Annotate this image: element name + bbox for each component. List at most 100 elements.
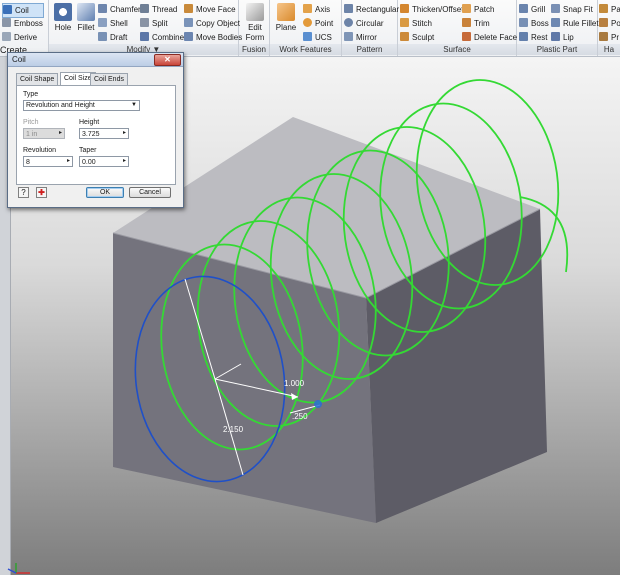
snap-fit-button[interactable]: Snap Fit	[551, 3, 593, 16]
mirror-icon	[344, 32, 353, 41]
harness-icon	[599, 4, 608, 13]
fillet-icon	[77, 3, 95, 21]
chamfer-button[interactable]: Chamfer	[98, 3, 141, 16]
lip-button[interactable]: Lip	[551, 31, 574, 44]
grill-icon	[519, 4, 528, 13]
chevron-right-icon[interactable]: ▸	[121, 157, 128, 166]
circular-pattern-icon	[344, 18, 353, 27]
ribbon-group-harness: Pa Po Pr Ha	[598, 0, 620, 56]
ribbon-group-plastic-part: Grill Boss Rest Snap Fit Rule Fillet Lip…	[517, 0, 599, 56]
hole-button[interactable]: Hole	[53, 3, 73, 33]
mirror-button[interactable]: Mirror	[344, 31, 377, 44]
height-field[interactable]: 3.725 ▸	[79, 128, 129, 139]
boss-icon	[519, 18, 528, 27]
emboss-icon	[2, 18, 11, 27]
harness-item-2[interactable]: Po	[599, 17, 620, 30]
axis-button[interactable]: Axis	[303, 3, 330, 16]
sculpt-button[interactable]: Sculpt	[400, 31, 434, 44]
dimension-length-label[interactable]: 1.000	[284, 379, 305, 388]
ucs-button[interactable]: UCS	[303, 31, 332, 44]
stitch-icon	[400, 18, 409, 27]
cancel-button[interactable]: Cancel	[129, 187, 171, 198]
thicken-icon	[400, 4, 409, 13]
taper-field[interactable]: 0.00 ▸	[79, 156, 129, 167]
rectangular-pattern-icon	[344, 4, 353, 13]
move-face-button[interactable]: Move Face	[184, 3, 236, 16]
type-select[interactable]: Revolution and Height ▼	[23, 100, 140, 111]
chevron-down-icon: ▼	[131, 102, 137, 108]
patch-icon	[462, 4, 471, 13]
harness-icon	[599, 32, 608, 41]
combine-icon	[140, 32, 149, 41]
add-button[interactable]: ✚	[36, 187, 47, 198]
dialog-titlebar[interactable]: Coil ✕	[8, 53, 183, 67]
add-icon: ✚	[38, 188, 45, 197]
pattern-group-label: Pattern	[342, 44, 397, 55]
chevron-right-icon[interactable]: ▸	[121, 129, 128, 138]
draft-icon	[98, 32, 107, 41]
ok-button[interactable]: OK	[86, 187, 124, 198]
lip-icon	[551, 32, 560, 41]
sculpt-icon	[400, 32, 409, 41]
hole-icon	[54, 3, 72, 21]
pitch-field: 1 in ▸	[23, 128, 65, 139]
derive-button[interactable]: Derive	[2, 31, 37, 44]
surface-group-label: Surface	[398, 44, 516, 55]
work-features-group-label: Work Features	[270, 44, 341, 55]
point-button[interactable]: Point	[303, 17, 333, 30]
derive-icon	[2, 32, 11, 41]
taper-label: Taper	[79, 147, 97, 154]
grill-button[interactable]: Grill	[519, 3, 545, 16]
ribbon: Coil Emboss Derive Hole Fillet Chamfer S…	[0, 0, 620, 57]
combine-button[interactable]: Combine	[140, 31, 184, 44]
move-face-icon	[184, 4, 193, 13]
plastic-part-group-label: Plastic Part	[517, 44, 597, 55]
trim-button[interactable]: Trim	[462, 17, 490, 30]
tab-coil-ends[interactable]: Coil Ends	[90, 73, 128, 85]
thread-button[interactable]: Thread	[140, 3, 177, 16]
tab-coil-shape[interactable]: Coil Shape	[16, 73, 59, 85]
boss-button[interactable]: Boss	[519, 17, 549, 30]
triad-z-axis	[7, 568, 17, 574]
edit-form-icon	[246, 3, 264, 21]
stitch-button[interactable]: Stitch	[400, 17, 432, 30]
split-button[interactable]: Split	[140, 17, 168, 30]
coil-button[interactable]: Coil	[2, 3, 44, 18]
thicken-offset-button[interactable]: Thicken/Offset	[400, 3, 463, 16]
harness-item-3[interactable]: Pr	[599, 31, 619, 44]
help-button[interactable]: ?	[18, 187, 29, 198]
move-bodies-button[interactable]: Move Bodies	[184, 31, 242, 44]
ucs-icon	[303, 32, 312, 41]
shell-button[interactable]: Shell	[98, 17, 128, 30]
plane-icon	[277, 3, 295, 21]
delete-face-button[interactable]: Delete Face	[462, 31, 517, 44]
dimension-diameter-label[interactable]: 2.150	[223, 425, 244, 434]
coil-start-point[interactable]	[314, 400, 322, 408]
plane-button[interactable]: Plane	[274, 3, 298, 33]
rule-fillet-button[interactable]: Rule Fillet	[551, 17, 599, 30]
rest-icon	[519, 32, 528, 41]
chevron-right-icon[interactable]: ▸	[65, 157, 72, 166]
dimension-offset-label[interactable]: .250	[292, 412, 308, 421]
thread-icon	[140, 4, 149, 13]
circular-button[interactable]: Circular	[344, 17, 384, 30]
copy-object-button[interactable]: Copy Object	[184, 17, 240, 30]
fillet-button[interactable]: Fillet	[75, 3, 97, 33]
rest-button[interactable]: Rest	[519, 31, 547, 44]
close-button[interactable]: ✕	[154, 54, 181, 66]
harness-group-label: Ha	[598, 44, 620, 55]
point-icon	[303, 18, 312, 27]
draft-button[interactable]: Draft	[98, 31, 127, 44]
rectangular-button[interactable]: Rectangular	[344, 3, 399, 16]
snap-fit-icon	[551, 4, 560, 13]
emboss-button[interactable]: Emboss	[2, 17, 43, 30]
axis-icon	[303, 4, 312, 13]
harness-item-1[interactable]: Pa	[599, 3, 620, 16]
revolution-field[interactable]: 8 ▸	[23, 156, 73, 167]
edit-form-button[interactable]: Edit Form	[243, 3, 267, 43]
dialog-title: Coil	[12, 55, 26, 64]
move-bodies-icon	[184, 32, 193, 41]
pitch-label: Pitch	[23, 119, 39, 126]
patch-button[interactable]: Patch	[462, 3, 494, 16]
ribbon-group-work-features: Plane Axis Point UCS Work Features	[270, 0, 342, 56]
